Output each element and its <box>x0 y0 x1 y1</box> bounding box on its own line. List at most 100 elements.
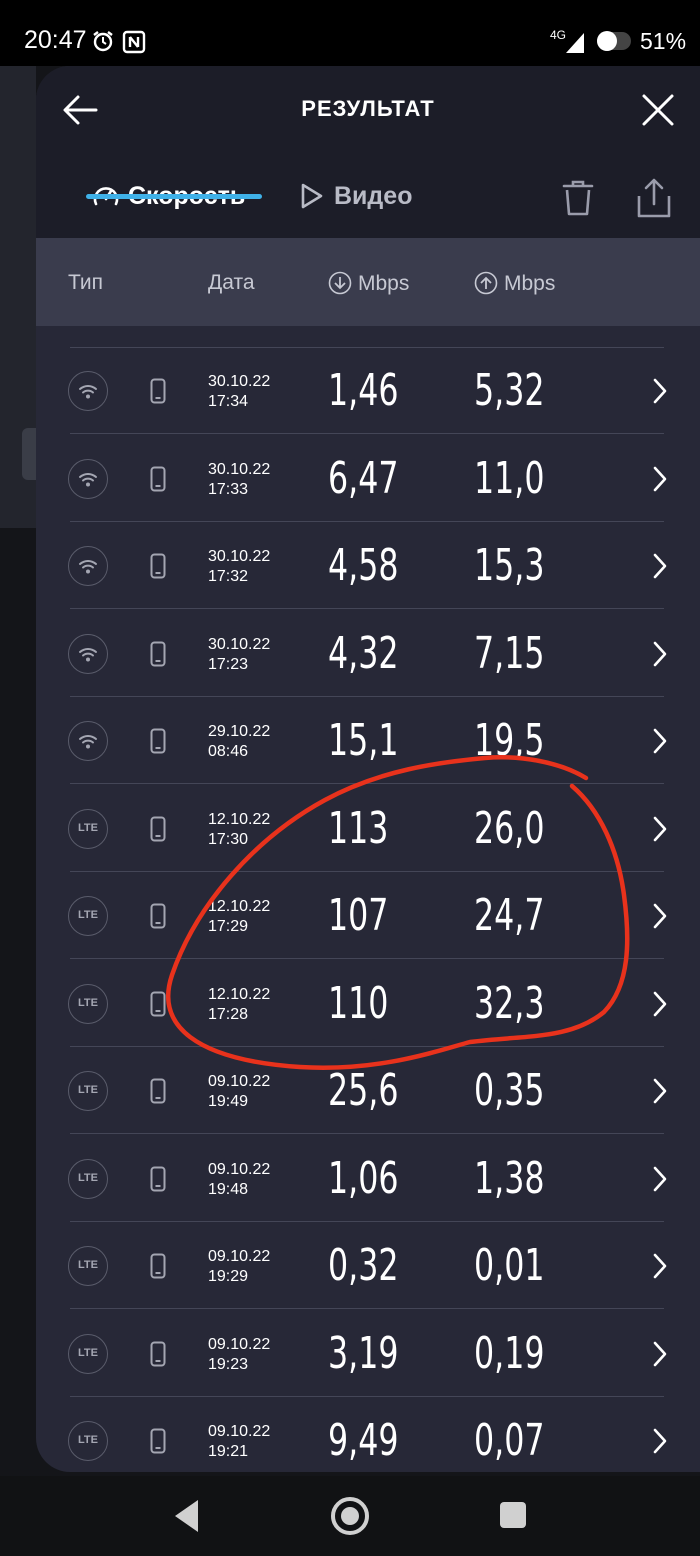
phone-icon <box>150 1078 166 1104</box>
result-row[interactable]: 30.10.22 17:34 1,46 5,32 <box>36 347 700 434</box>
results-panel: РЕЗУЛЬТАТ Скорость Видео Тип Дата Mbps M… <box>36 66 700 1472</box>
phone-icon <box>150 641 166 667</box>
result-time: 17:30 <box>208 830 249 848</box>
upload-speed: 0,35 <box>474 1065 545 1116</box>
status-bar: 20:47 4G 51% <box>0 0 700 66</box>
wifi-icon <box>68 721 108 761</box>
signal-icon <box>566 33 584 53</box>
nav-home-icon[interactable] <box>330 1496 370 1536</box>
result-row[interactable]: LTE 12.10.22 17:30 113 26,0 <box>36 785 700 872</box>
result-date: 09.10.22 <box>208 1248 271 1265</box>
result-datetime: 29.10.22 08:46 <box>208 722 270 762</box>
result-date: 30.10.22 <box>208 460 271 478</box>
result-row[interactable]: 30.10.22 17:33 6,47 11,0 <box>36 435 700 522</box>
result-time: 19:48 <box>208 1180 249 1198</box>
chevron-right-icon[interactable] <box>652 1077 668 1105</box>
toggle-icon <box>597 31 631 51</box>
lte-icon: LTE <box>68 896 108 936</box>
download-speed: 25,6 <box>328 1065 399 1116</box>
result-time: 19:29 <box>208 1268 249 1285</box>
result-row[interactable]: 30.10.22 17:32 4,58 15,3 <box>36 522 700 609</box>
lte-icon: LTE <box>68 983 108 1024</box>
chevron-right-icon[interactable] <box>652 552 668 580</box>
result-row[interactable]: 30.10.22 17:23 4,32 7,15 <box>36 610 700 697</box>
chevron-right-icon[interactable] <box>652 1165 668 1193</box>
download-speed: 9,49 <box>328 1415 399 1466</box>
background-app-tab <box>22 428 36 480</box>
result-datetime: 09.10.22 19:29 <box>208 1247 270 1287</box>
download-arrow-icon <box>328 271 352 295</box>
download-speed: 6,47 <box>328 452 399 504</box>
chevron-right-icon[interactable] <box>652 1427 668 1455</box>
result-row[interactable]: LTE 09.10.22 19:23 3,19 0,19 <box>36 1310 700 1397</box>
wifi-icon <box>68 458 108 499</box>
result-date: 12.10.22 <box>208 898 271 915</box>
close-icon[interactable] <box>638 90 678 130</box>
result-datetime: 12.10.22 17:28 <box>208 985 270 1025</box>
trash-icon[interactable] <box>558 178 598 218</box>
result-datetime: 30.10.22 17:32 <box>208 547 270 587</box>
chevron-right-icon[interactable] <box>652 465 668 493</box>
result-datetime: 12.10.22 17:29 <box>208 897 270 937</box>
chevron-right-icon[interactable] <box>652 815 668 843</box>
result-row[interactable]: LTE 09.10.22 19:29 0,32 0,01 <box>36 1222 700 1309</box>
result-time: 17:32 <box>208 568 249 585</box>
nav-recents-icon[interactable] <box>500 1502 526 1528</box>
upload-speed: 5,32 <box>474 365 545 416</box>
lte-icon: LTE <box>68 1246 108 1286</box>
result-row[interactable]: LTE 12.10.22 17:29 107 24,7 <box>36 872 700 959</box>
download-speed: 1,06 <box>328 1152 399 1204</box>
tab-video-label: Видео <box>334 182 413 210</box>
result-datetime: 09.10.22 19:23 <box>208 1335 270 1375</box>
result-row[interactable]: 29.10.22 08:46 15,1 19,5 <box>36 697 700 784</box>
share-icon[interactable] <box>634 176 674 220</box>
chevron-right-icon[interactable] <box>652 990 668 1018</box>
column-date: Дата <box>208 271 255 294</box>
chevron-right-icon[interactable] <box>652 727 668 755</box>
download-speed: 4,58 <box>328 540 399 591</box>
result-date: 30.10.22 <box>208 373 271 390</box>
result-row[interactable]: LTE 09.10.22 19:21 9,49 0,07 <box>36 1397 700 1472</box>
result-row[interactable]: LTE 09.10.22 19:49 25,6 0,35 <box>36 1047 700 1134</box>
wifi-icon <box>68 546 108 586</box>
nav-back-icon[interactable] <box>172 1498 202 1534</box>
result-date: 30.10.22 <box>208 635 271 653</box>
upload-speed: 26,0 <box>474 802 545 854</box>
upload-speed: 0,07 <box>474 1415 545 1466</box>
chevron-right-icon[interactable] <box>652 640 668 668</box>
result-time: 17:33 <box>208 480 249 498</box>
download-speed: 107 <box>328 890 389 941</box>
phone-icon <box>150 1166 166 1192</box>
active-tab-indicator <box>86 194 262 199</box>
result-datetime: 12.10.22 17:30 <box>208 810 270 850</box>
result-datetime: 09.10.22 19:48 <box>208 1160 270 1200</box>
column-upload: Mbps <box>474 271 555 296</box>
navigation-bar <box>0 1476 700 1556</box>
chevron-right-icon[interactable] <box>652 902 668 930</box>
lte-icon: LTE <box>68 1333 108 1374</box>
lte-icon: LTE <box>68 1071 108 1111</box>
phone-icon <box>150 553 166 579</box>
chevron-right-icon[interactable] <box>652 1252 668 1280</box>
wifi-icon <box>68 633 108 674</box>
upload-speed: 7,15 <box>474 627 545 679</box>
upload-speed: 0,01 <box>474 1240 545 1291</box>
result-datetime: 09.10.22 19:21 <box>208 1422 270 1462</box>
chevron-right-icon[interactable] <box>652 1340 668 1368</box>
result-date: 09.10.22 <box>208 1335 271 1353</box>
upload-speed: 0,19 <box>474 1327 545 1379</box>
chevron-right-icon[interactable] <box>652 377 668 405</box>
network-type: 4G <box>550 28 567 42</box>
download-speed: 4,32 <box>328 627 399 679</box>
play-icon <box>301 183 323 209</box>
phone-icon <box>150 378 166 404</box>
result-row[interactable]: LTE 12.10.22 17:28 110 32,3 <box>36 960 700 1047</box>
result-date: 29.10.22 <box>208 723 271 740</box>
column-type: Тип <box>68 271 104 294</box>
download-speed: 113 <box>328 802 389 854</box>
result-row[interactable]: LTE 09.10.22 19:48 1,06 1,38 <box>36 1135 700 1222</box>
result-date: 09.10.22 <box>208 1423 271 1440</box>
phone-icon <box>150 903 166 929</box>
download-speed: 0,32 <box>328 1240 399 1291</box>
result-time: 19:49 <box>208 1093 249 1110</box>
